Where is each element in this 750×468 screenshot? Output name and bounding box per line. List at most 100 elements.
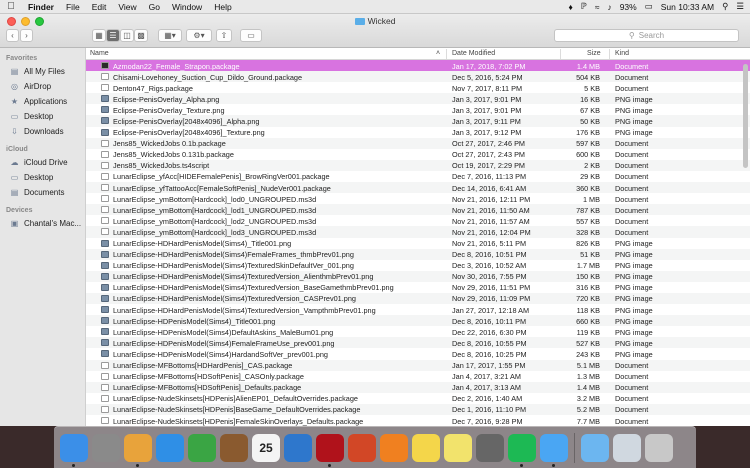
search-field[interactable]: ⚲ Search <box>554 29 739 42</box>
calculator-icon[interactable] <box>476 433 504 462</box>
cookie-icon[interactable] <box>220 433 248 462</box>
file-row[interactable]: LunarEclipse_yfAcc[HIDEFemalePenis]_Brow… <box>86 171 750 182</box>
column-divider[interactable] <box>609 49 610 59</box>
calendar-icon[interactable]: 25 <box>252 433 280 462</box>
file-row[interactable]: Eclipse-PenisOverlay_Alpha.png Jan 3, 201… <box>86 93 750 105</box>
sidebar-item-all-my-files[interactable]: ▤ All My Files <box>0 64 85 79</box>
safari-icon[interactable] <box>156 433 184 462</box>
excel-icon[interactable] <box>188 433 216 462</box>
word-icon[interactable] <box>284 433 312 462</box>
file-row[interactable]: LunarEclipse-NudeSkinsets[HDPenis]BaseGa… <box>86 403 750 415</box>
trash-icon[interactable] <box>645 433 673 462</box>
sidebar-item-device[interactable]: ▣ Chantal's Mac... <box>0 216 85 231</box>
file-row[interactable]: LunarEclipse_yfTattooAcc[FemaleSoftPenis… <box>86 182 750 194</box>
action-button[interactable]: ⚙▾ <box>186 29 212 42</box>
sidebar-item-airdrop[interactable]: ◎ AirDrop <box>0 79 85 94</box>
spotlight-icon[interactable]: ⚲ <box>722 1 728 12</box>
vlc-icon[interactable] <box>380 433 408 462</box>
file-row[interactable]: Denton47_Rigs.package Nov 7, 2017, 8:11 P… <box>86 82 750 93</box>
file-row[interactable]: LunarEclipse-MFBottoms[HDSoftPenis]_CASO… <box>86 371 750 382</box>
file-row[interactable]: LunarEclipse_ymBottom[Hardcock]_lod0_UNG… <box>86 193 750 204</box>
file-row[interactable]: Eclipse-PenisOverlay[2048x4096]_Texture.… <box>86 127 750 138</box>
sidebar-item-applications[interactable]: ★ Applications <box>0 94 85 109</box>
menu-window[interactable]: Window <box>166 2 208 12</box>
file-row[interactable]: LunarEclipse-HDHardPenisModel(Sims4)Fema… <box>86 248 750 260</box>
cover-flow-button[interactable]: ▩ <box>134 29 148 42</box>
finder-icon[interactable] <box>60 433 88 467</box>
menu-help[interactable]: Help <box>208 2 237 12</box>
column-divider[interactable] <box>560 49 561 59</box>
vertical-scrollbar[interactable] <box>743 64 748 168</box>
volume-icon[interactable]: ♪ <box>607 2 611 12</box>
file-row[interactable]: Eclipse-PenisOverlay_Texture.png Jan 3, 2… <box>86 104 750 115</box>
sort-ascending-icon[interactable]: ˄ <box>436 50 440 57</box>
column-header-kind[interactable]: Kind <box>615 50 629 57</box>
file-row[interactable]: LunarEclipse-HDHardPenisModel(Sims4)_Tit… <box>86 238 750 249</box>
notification-center-icon[interactable]: ☰ <box>736 1 744 12</box>
group-by-button[interactable]: ▦▾ <box>158 29 182 42</box>
battery-percent[interactable]: 93% <box>620 2 637 12</box>
sidebar-item-downloads[interactable]: ⇩ Downloads <box>0 124 85 139</box>
menu-edit[interactable]: Edit <box>86 2 113 12</box>
column-header-size[interactable]: Size <box>587 50 601 57</box>
file-row[interactable]: LunarEclipse-MFBottoms[HDHardPenis]_CAS.… <box>86 359 750 371</box>
file-row[interactable]: LunarEclipse-HDHardPenisModel(Sims4)Text… <box>86 270 750 282</box>
clock[interactable]: Sun 10:33 AM <box>661 2 714 12</box>
file-row[interactable]: LunarEclipse-HDPenisModel(Sims4)FemaleFr… <box>86 337 750 349</box>
file-row[interactable]: LunarEclipse_ymBottom[Hardcock]_lod1_UNG… <box>86 204 750 216</box>
menu-file[interactable]: File <box>60 2 86 12</box>
notes-icon[interactable] <box>412 433 440 462</box>
file-row[interactable]: LunarEclipse_ymBottom[Hardcock]_lod3_UNG… <box>86 226 750 238</box>
spotify-icon[interactable] <box>508 433 536 467</box>
file-row[interactable]: Jens85_WickedJobs 0.1b.package Oct 27, 20… <box>86 137 750 149</box>
file-row[interactable]: Jens85_WickedJobs 0.131b.package Oct 27, … <box>86 149 750 160</box>
file-row[interactable]: LunarEclipse-HDPenisModel(Sims4)HardandS… <box>86 348 750 359</box>
preview-icon[interactable] <box>613 433 641 462</box>
sidebar-item-icloud-desktop[interactable]: ▭ Desktop <box>0 170 85 185</box>
column-view-button[interactable]: ◫ <box>120 29 134 42</box>
system-preferences-icon[interactable] <box>92 433 120 462</box>
stickies-icon[interactable] <box>444 433 472 462</box>
apple-menu-icon[interactable]:  <box>0 1 22 12</box>
column-header-name[interactable]: Name <box>90 50 109 57</box>
dropbox-icon[interactable]: ♦ <box>568 2 572 12</box>
file-row[interactable]: Jens85_WickedJobs.ts4script Oct 19, 2017,… <box>86 159 750 171</box>
column-header-date[interactable]: Date Modified <box>452 50 495 57</box>
sidebar-item-desktop[interactable]: ▭ Desktop <box>0 109 85 124</box>
share-button[interactable]: ⇧ <box>216 29 232 42</box>
sidebar-item-icloud-drive[interactable]: ☁ iCloud Drive <box>0 155 85 170</box>
file-row[interactable]: LunarEclipse-NudeSkinsets[HDPenis]Female… <box>86 415 750 426</box>
messages-icon[interactable] <box>540 433 568 467</box>
file-size: 316 KB <box>576 283 600 293</box>
menu-go[interactable]: Go <box>143 2 166 12</box>
menu-view[interactable]: View <box>112 2 142 12</box>
file-row[interactable]: Azmodan22_Female_Strapon.package Jan 17, … <box>86 60 750 72</box>
file-row[interactable]: Eclipse-PenisOverlay[2048x4096]_Alpha.pn… <box>86 115 750 127</box>
chrome-icon[interactable] <box>124 433 152 467</box>
battery-icon[interactable]: ▭ <box>645 1 653 12</box>
file-row[interactable]: LunarEclipse-HDPenisModel(Sims4)_Title00… <box>86 315 750 327</box>
column-divider[interactable] <box>446 49 447 59</box>
icon-view-button[interactable]: ▦ <box>92 29 106 42</box>
wifi-icon[interactable]: ≈ <box>595 2 600 12</box>
file-row[interactable]: LunarEclipse-HDHardPenisModel(Sims4)Text… <box>86 282 750 293</box>
powerpoint-icon[interactable] <box>348 433 376 462</box>
file-row[interactable]: LunarEclipse_ymBottom[Hardcock]_lod2_UNG… <box>86 215 750 226</box>
file-row[interactable]: LunarEclipse-HDPenisModel(Sims4)DefaultA… <box>86 326 750 337</box>
file-row[interactable]: LunarEclipse-HDHardPenisModel(Sims4)Text… <box>86 260 750 271</box>
bluetooth-icon[interactable]: ℙ <box>581 1 587 12</box>
tags-button[interactable]: ▭ <box>240 29 262 42</box>
file-row[interactable]: Chisami-Lovehoney_Suction_Cup_Dildo_Grou… <box>86 71 750 83</box>
forward-button[interactable]: › <box>20 29 33 42</box>
file-row[interactable]: LunarEclipse-MFBottoms[HDSoftPenis]_Defa… <box>86 381 750 393</box>
sidebar-item-documents[interactable]: ▤ Documents <box>0 185 85 200</box>
list-view-button[interactable]: ☰ <box>106 29 120 42</box>
file-row[interactable]: LunarEclipse-HDHardPenisModel(Sims4)Text… <box>86 292 750 305</box>
menu-app-name[interactable]: Finder <box>22 2 60 12</box>
file-row[interactable]: LunarEclipse-HDHardPenisModel(Sims4)Text… <box>86 304 750 315</box>
file-row[interactable]: LunarEclipse-NudeSkinsets[HDPenis]AlienE… <box>86 393 750 404</box>
folder-icon[interactable] <box>581 433 609 462</box>
back-button[interactable]: ‹ <box>6 29 19 42</box>
document-file-icon <box>101 161 109 169</box>
acrobat-icon[interactable] <box>316 433 344 467</box>
